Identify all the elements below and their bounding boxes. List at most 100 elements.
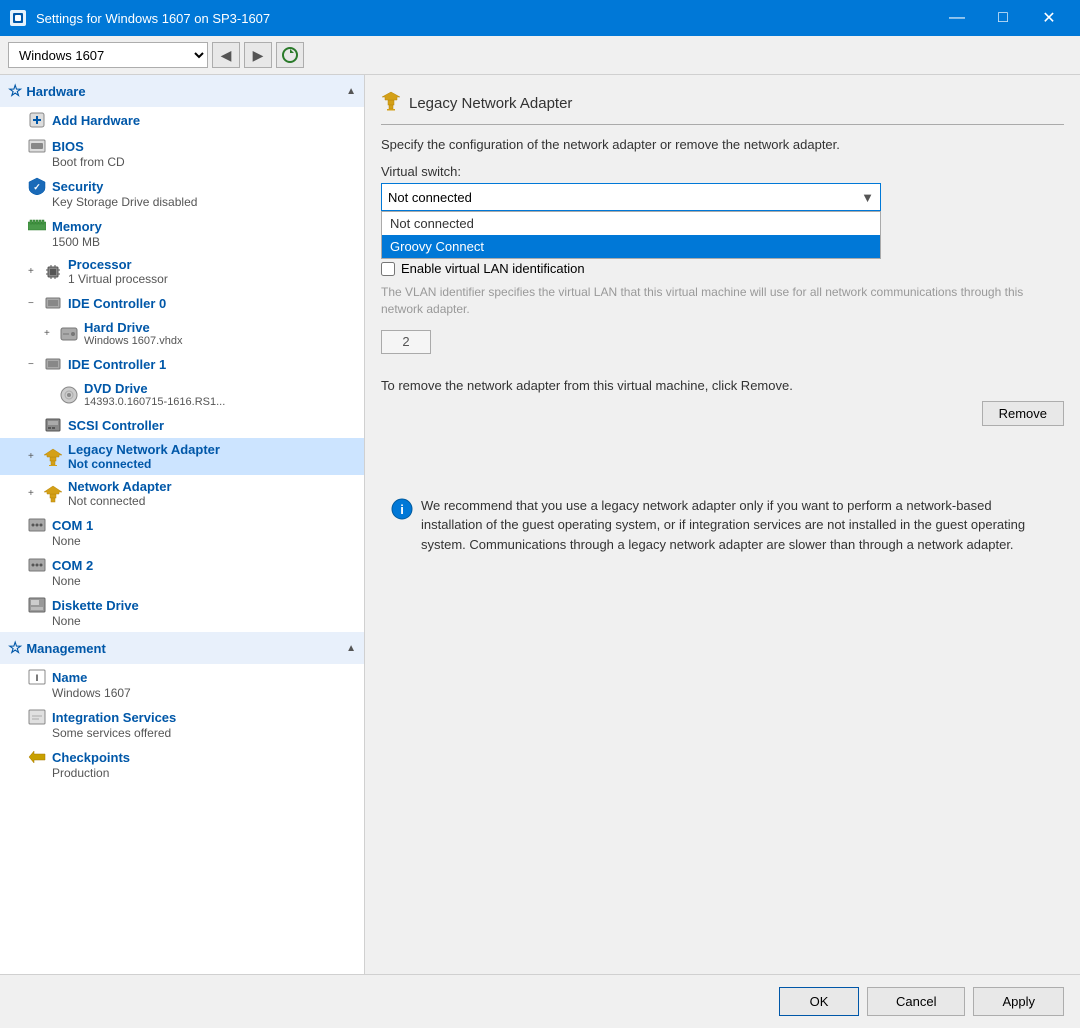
hardware-section-label: Hardware — [26, 84, 85, 99]
ide0-label: IDE Controller 0 — [68, 296, 166, 311]
sidebar-item-bios[interactable]: BIOS Boot from CD — [0, 133, 364, 173]
virtual-switch-label: Virtual switch: — [381, 164, 1064, 179]
hard-drive-icon — [60, 325, 78, 343]
sidebar-item-processor[interactable]: + Processor 1 Virtual processor — [0, 253, 364, 290]
virtual-switch-dropdown[interactable]: Not connected ▼ — [381, 183, 881, 211]
vlan-description: The VLAN identifier specifies the virtua… — [381, 284, 1064, 318]
svg-text:✓: ✓ — [33, 182, 41, 192]
ok-button[interactable]: OK — [779, 987, 859, 1016]
name-sub: Windows 1607 — [28, 686, 356, 700]
panel-title: Legacy Network Adapter — [409, 95, 572, 112]
integration-sub: Some services offered — [28, 726, 356, 740]
remove-button[interactable]: Remove — [982, 401, 1064, 426]
back-button[interactable]: ◀ — [212, 42, 240, 68]
info-text: We recommend that you use a legacy netwo… — [421, 496, 1054, 555]
svg-text:i: i — [400, 502, 404, 517]
bios-icon — [28, 137, 46, 155]
dvd-sub: 14393.0.160715-1616.RS1... — [84, 396, 225, 408]
diskette-label: Diskette Drive — [52, 598, 139, 613]
com2-label: COM 2 — [52, 558, 93, 573]
ide1-expand-icon: − — [28, 359, 40, 370]
toolbar: Windows 1607 ◀ ▶ — [0, 36, 1080, 75]
app-icon — [8, 8, 28, 28]
sidebar-item-integration[interactable]: Integration Services Some services offer… — [0, 704, 364, 744]
com2-icon — [28, 556, 46, 574]
memory-sub: 1500 MB — [28, 235, 356, 249]
sidebar-item-scsi[interactable]: + SCSI Controller — [0, 412, 364, 438]
enable-vlan-label: Enable virtual LAN identification — [401, 261, 585, 276]
sidebar-item-memory[interactable]: Memory 1500 MB — [0, 213, 364, 253]
minimize-button[interactable]: — — [934, 0, 980, 36]
ide0-icon — [44, 294, 62, 312]
content-area: ☆ Hardware ▲ Add Hardware — [0, 75, 1080, 974]
com2-sub: None — [28, 574, 356, 588]
hard-drive-expand-icon: + — [44, 328, 56, 339]
sidebar-item-network-adapter[interactable]: + Network Adapter Not connected — [0, 475, 364, 512]
enable-vlan-row: Enable virtual LAN identification — [381, 261, 1064, 276]
main-window: Windows 1607 ◀ ▶ ☆ Hardware ▲ — [0, 36, 1080, 1028]
forward-button[interactable]: ▶ — [244, 42, 272, 68]
integration-icon — [28, 708, 46, 726]
management-section-header[interactable]: ☆ Management ▲ — [0, 632, 364, 664]
sidebar-item-com1[interactable]: COM 1 None — [0, 512, 364, 552]
sidebar-item-hard-drive[interactable]: + Hard Drive Windows 1607.vhdx — [0, 316, 364, 351]
bios-label: BIOS — [52, 139, 84, 154]
enable-vlan-checkbox[interactable] — [381, 262, 395, 276]
net-expand-icon: + — [28, 488, 40, 499]
sidebar-item-checkpoints[interactable]: Checkpoints Production — [0, 744, 364, 784]
network-adapter-icon — [44, 485, 62, 503]
ide1-icon — [44, 355, 62, 373]
net-adapter-label: Network Adapter — [68, 479, 172, 494]
hard-drive-sub: Windows 1607.vhdx — [84, 335, 182, 347]
ide0-expand-icon: − — [28, 298, 40, 309]
management-section-label: Management — [26, 641, 105, 656]
refresh-button[interactable] — [276, 42, 304, 68]
dropdown-selected-value: Not connected — [388, 190, 472, 205]
vlan-section: Enable virtual LAN identification The VL… — [381, 261, 1064, 354]
scsi-icon — [44, 416, 62, 434]
panel-icon — [381, 91, 401, 116]
title-bar: Settings for Windows 1607 on SP3-1607 — … — [0, 0, 1080, 36]
com1-label: COM 1 — [52, 518, 93, 533]
sidebar-item-ide1[interactable]: − IDE Controller 1 — [0, 351, 364, 377]
info-section: i We recommend that you use a legacy net… — [381, 486, 1064, 565]
dropdown-option-not-connected[interactable]: Not connected — [382, 212, 880, 235]
vlan-number-input[interactable] — [381, 330, 431, 354]
sidebar-item-dvd-drive[interactable]: + DVD Drive 14393.0.160715-1616.RS1... — [0, 377, 364, 412]
window-title: Settings for Windows 1607 on SP3-1607 — [36, 11, 934, 26]
legacy-net-sub: Not connected — [68, 457, 220, 471]
checkpoints-label: Checkpoints — [52, 750, 130, 765]
cancel-button[interactable]: Cancel — [867, 987, 965, 1016]
com1-icon — [28, 516, 46, 534]
dropdown-option-groovy-connect[interactable]: Groovy Connect — [382, 235, 880, 258]
maximize-button[interactable]: □ — [980, 0, 1026, 36]
vm-select[interactable]: Windows 1607 — [8, 42, 208, 68]
com1-sub: None — [28, 534, 356, 548]
close-button[interactable]: ✕ — [1026, 0, 1072, 36]
processor-sub: 1 Virtual processor — [68, 272, 168, 286]
sidebar-item-diskette[interactable]: Diskette Drive None — [0, 592, 364, 632]
apply-button[interactable]: Apply — [973, 987, 1064, 1016]
window-controls: — □ ✕ — [934, 0, 1072, 36]
svg-text:I: I — [36, 673, 39, 683]
sidebar-item-ide0[interactable]: − IDE Controller 0 — [0, 290, 364, 316]
legacy-network-icon — [44, 448, 62, 466]
info-icon: i — [391, 498, 413, 555]
ide1-label: IDE Controller 1 — [68, 357, 166, 372]
legacy-net-expand-icon: + — [28, 451, 40, 462]
checkpoints-sub: Production — [28, 766, 356, 780]
sidebar-item-security[interactable]: ✓ Security Key Storage Drive disabled — [0, 173, 364, 213]
processor-label: Processor — [68, 257, 168, 272]
memory-icon — [28, 217, 46, 235]
scsi-label: SCSI Controller — [68, 418, 164, 433]
sidebar-item-add-hardware[interactable]: Add Hardware — [0, 107, 364, 133]
sidebar-item-com2[interactable]: COM 2 None — [0, 552, 364, 592]
hardware-section-header[interactable]: ☆ Hardware ▲ — [0, 75, 364, 107]
info-circle-icon: i — [391, 498, 413, 520]
sidebar-item-name[interactable]: I Name Windows 1607 — [0, 664, 364, 704]
panel-description: Specify the configuration of the network… — [381, 137, 1064, 152]
dropdown-chevron-icon: ▼ — [861, 190, 874, 205]
name-label: Name — [52, 670, 87, 685]
sidebar-item-legacy-network[interactable]: + Legacy Network Adapter Not connected — [0, 438, 364, 475]
security-icon: ✓ — [28, 177, 46, 195]
